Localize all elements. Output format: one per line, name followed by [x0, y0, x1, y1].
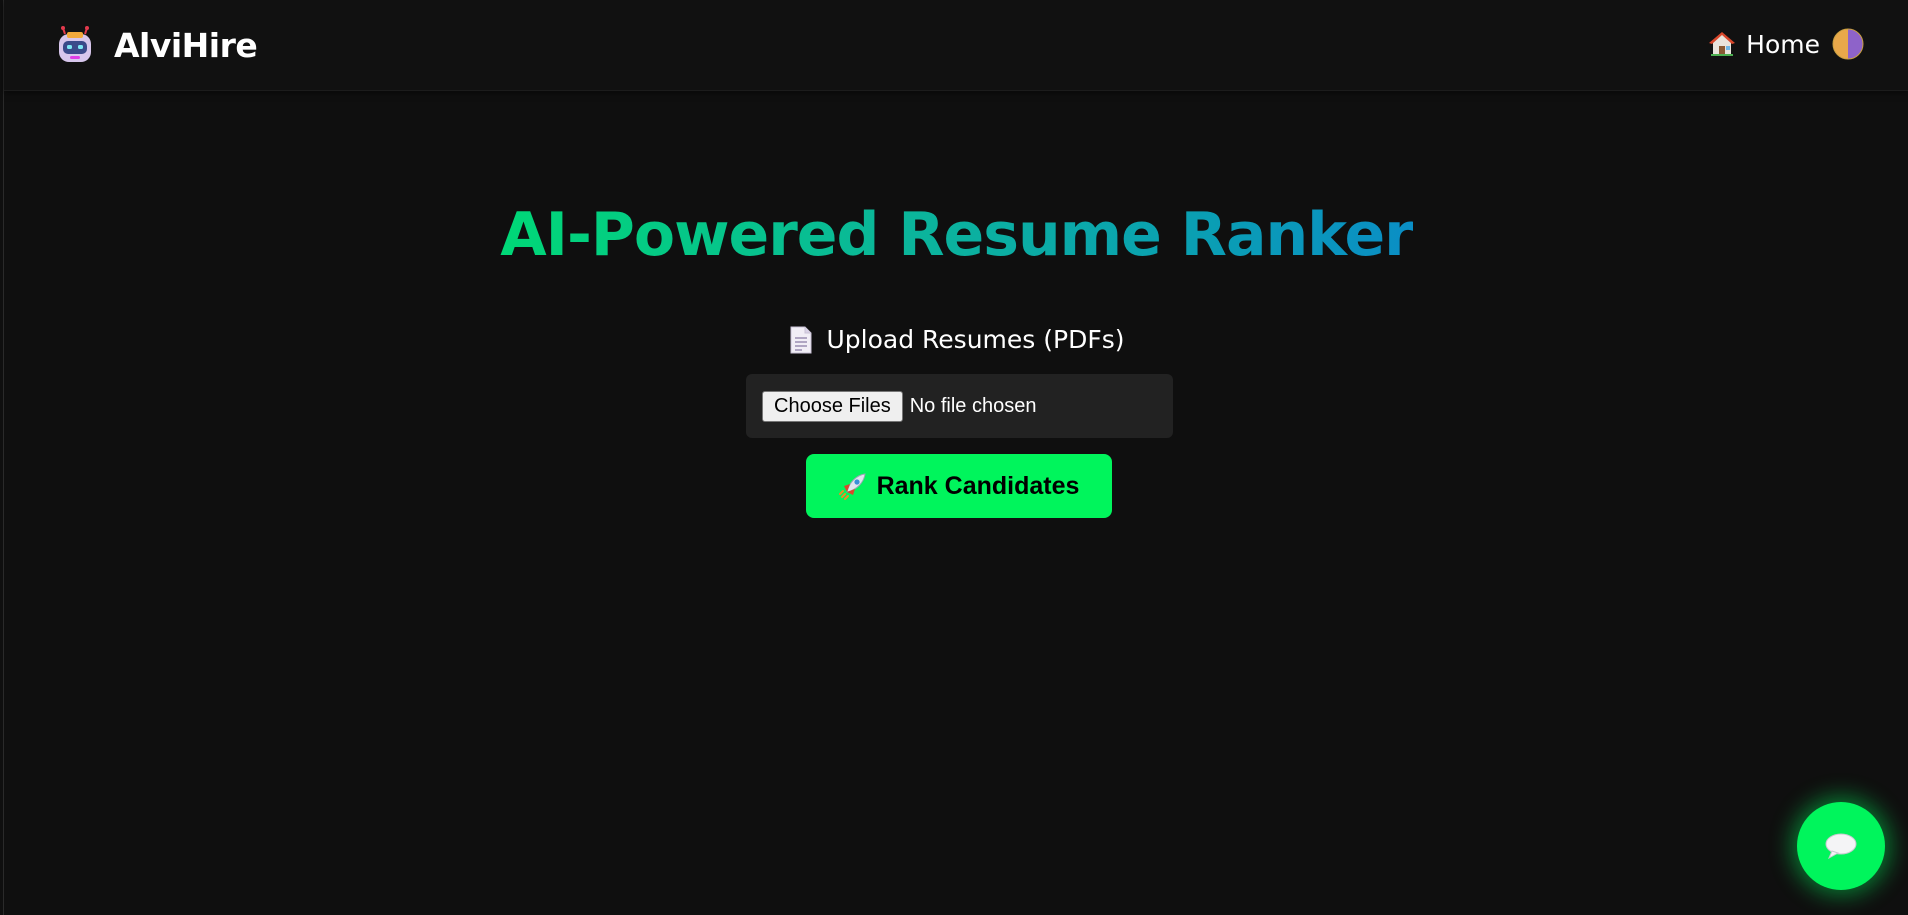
house-icon: [1709, 32, 1736, 56]
brand[interactable]: AlviHire: [54, 24, 258, 66]
document-icon: [790, 326, 811, 353]
page-title-text: AI-Powered Resume Ranker: [500, 200, 1414, 270]
theme-toggle-icon[interactable]: [1832, 28, 1864, 60]
brand-name: AlviHire: [114, 25, 258, 65]
upload-label-text: Upload Resumes (PDFs): [826, 325, 1125, 354]
page-title: AI-Powered Resume Ranker: [4, 200, 1908, 270]
file-input[interactable]: Choose Files No file chosen: [746, 374, 1173, 438]
choose-files-button[interactable]: Choose Files: [762, 390, 903, 422]
home-label: Home: [1746, 29, 1820, 59]
upload-label: Upload Resumes (PDFs): [4, 325, 1908, 354]
app-window: AlviHire Home AI-Powered Resume Ranker U…: [3, 0, 1908, 915]
file-status: No file chosen: [909, 394, 1037, 417]
home-link[interactable]: Home: [1708, 30, 1820, 59]
speech-bubble-icon: [1825, 833, 1857, 860]
chat-button[interactable]: [1797, 802, 1885, 890]
top-navbar: AlviHire Home: [4, 0, 1908, 91]
rank-candidates-label: Rank Candidates: [876, 471, 1080, 500]
rank-candidates-button[interactable]: Rank Candidates: [806, 454, 1112, 518]
nav-actions: Home: [1708, 28, 1864, 60]
rocket-icon: [838, 473, 866, 500]
robot-icon: [59, 26, 91, 62]
